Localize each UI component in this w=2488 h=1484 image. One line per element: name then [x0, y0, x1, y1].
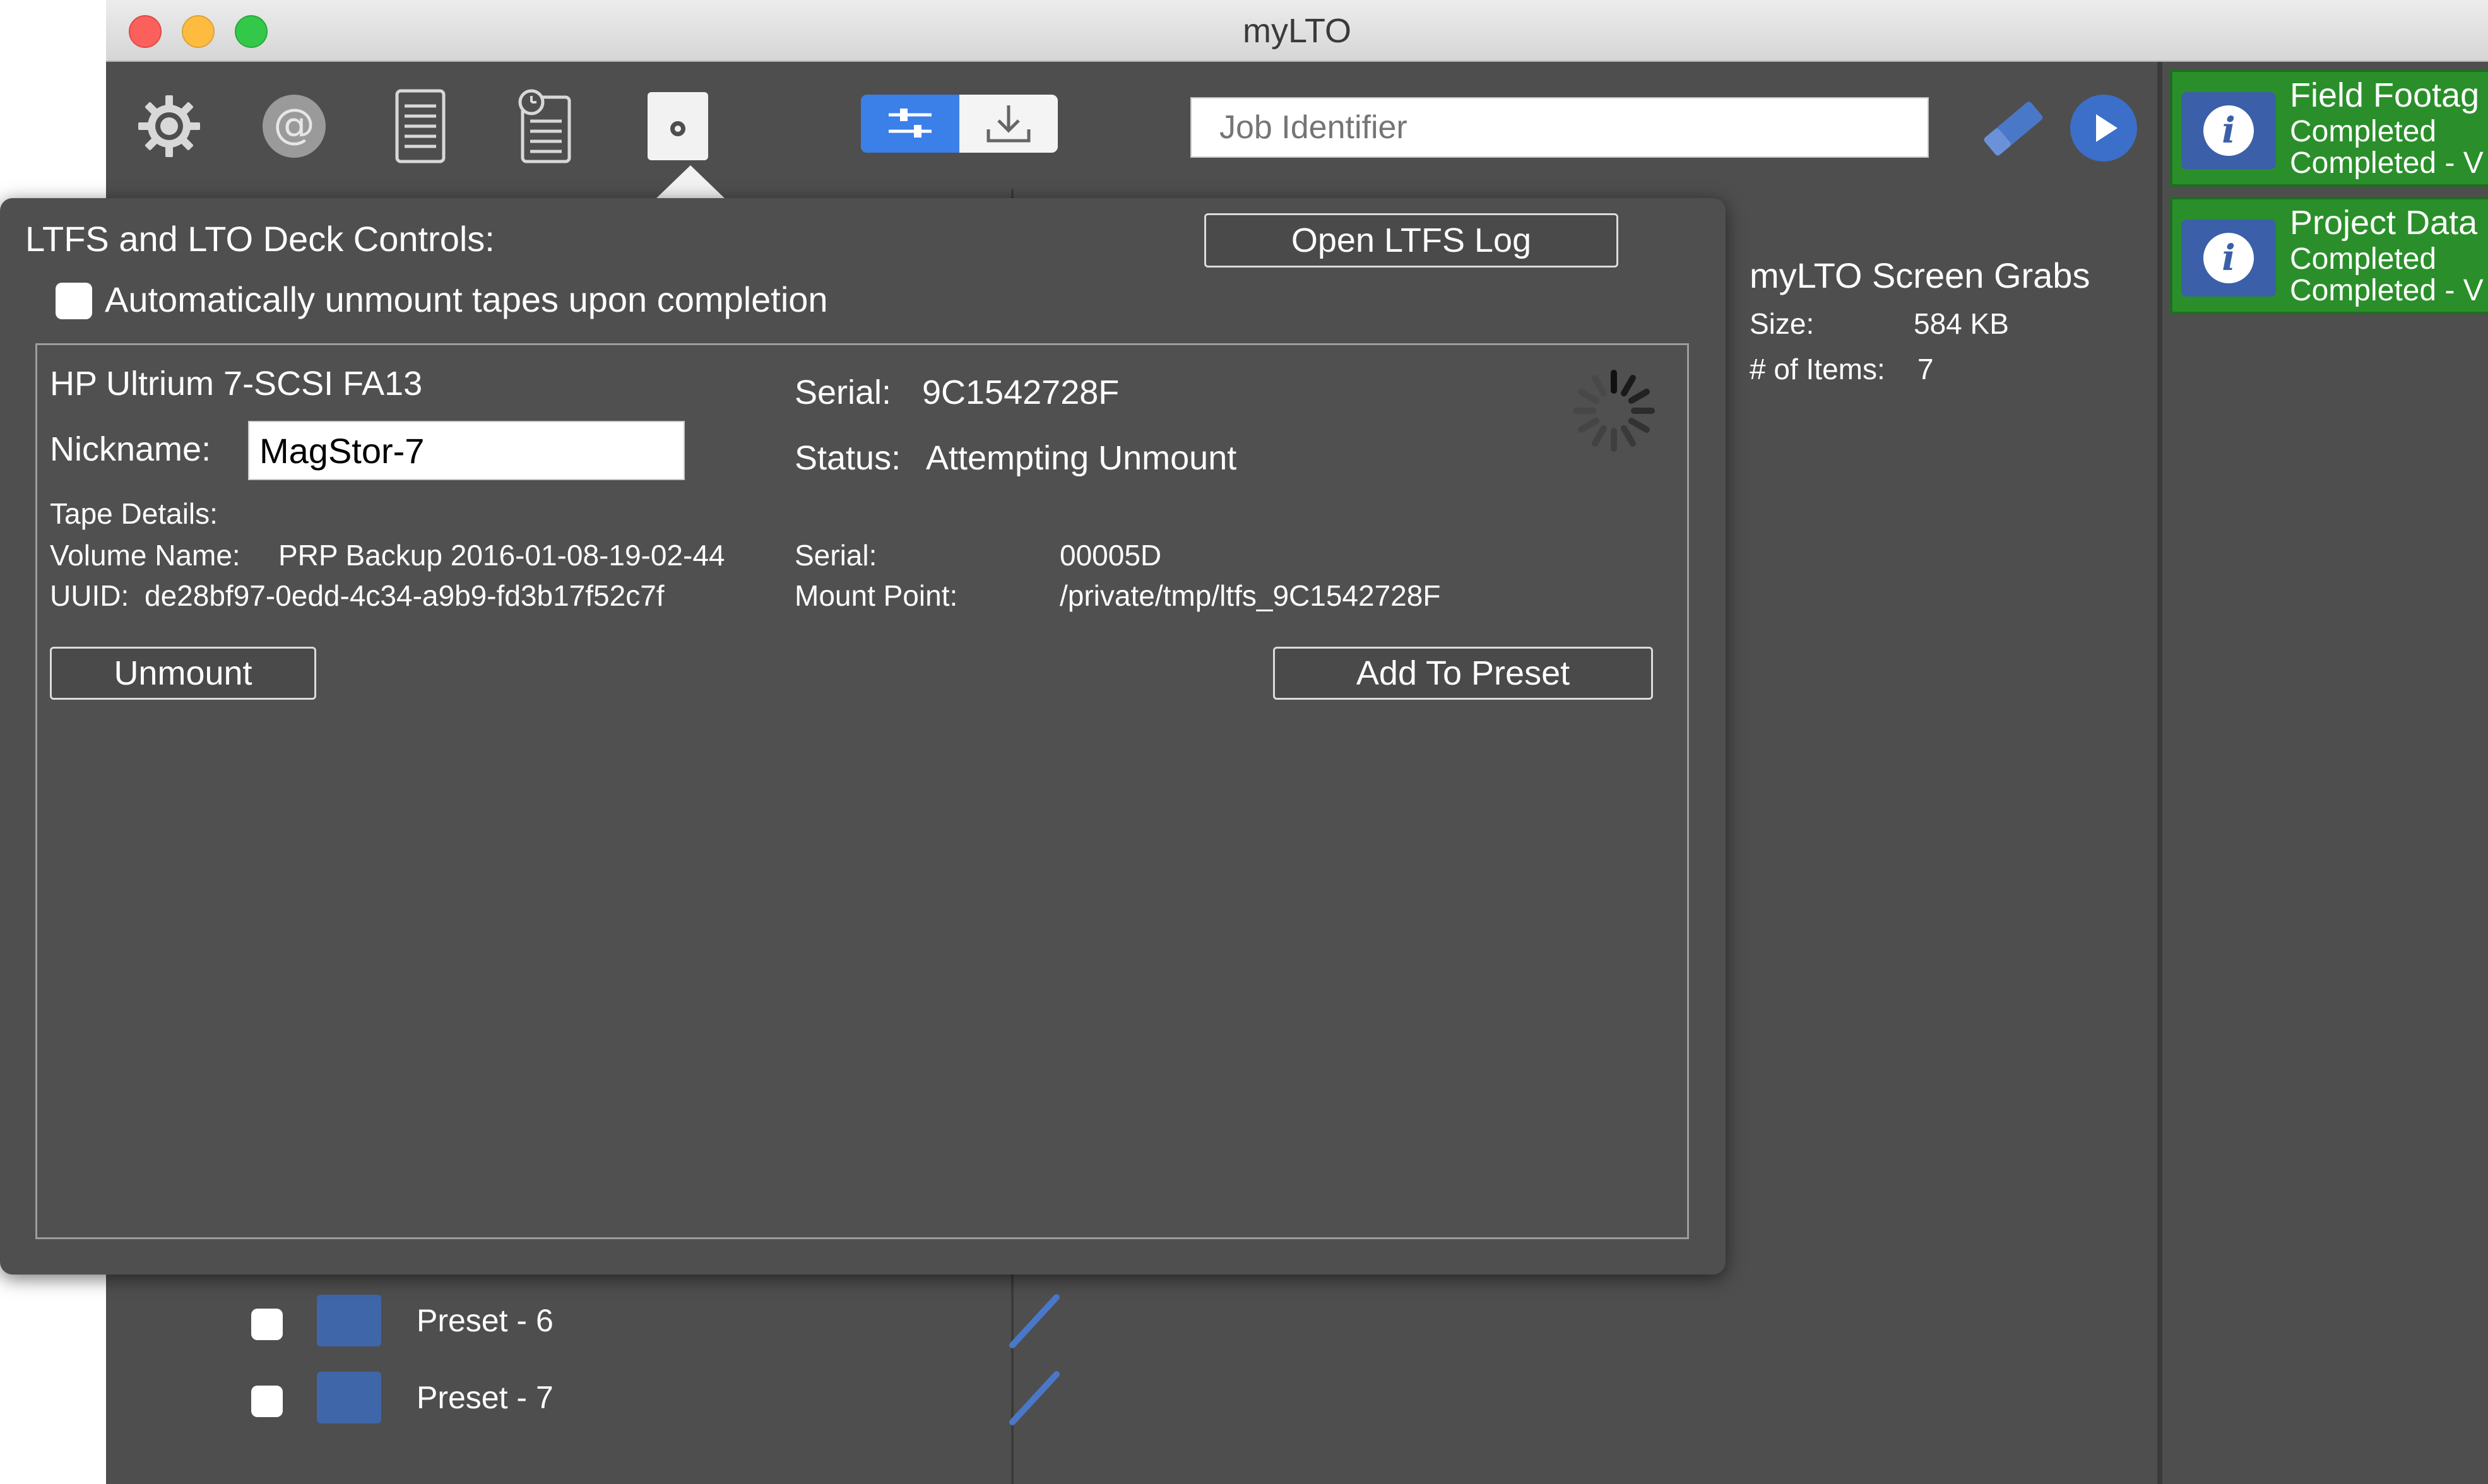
job-title: Project Data — [2290, 204, 2478, 242]
auto-unmount-checkbox[interactable] — [56, 283, 92, 319]
source-title: myLTO Screen Grabs — [1750, 256, 2090, 295]
play-icon[interactable] — [2070, 95, 2137, 162]
auto-unmount-label: Automatically unmount tapes upon complet… — [105, 280, 828, 319]
preset-color-swatch — [317, 1372, 381, 1423]
job-status-detail: Completed - V — [2290, 146, 2484, 180]
info-icon[interactable]: i — [2181, 92, 2276, 169]
items-label: # of Items: — [1750, 353, 1885, 386]
spinner-icon — [1570, 367, 1658, 455]
title-bar: myLTO — [106, 0, 2488, 62]
volume-name-value: PRP Backup 2016-01-08-19-02-44 — [278, 539, 725, 572]
queue-job-card[interactable]: i Field Footag Completed Completed - V — [2170, 69, 2488, 187]
preset-color-swatch — [317, 1295, 381, 1346]
job-identifier-input[interactable] — [1190, 97, 1929, 158]
mount-point-value: /private/tmp/ltfs_9C1542728F — [1060, 579, 1441, 612]
volume-name-label: Volume Name: — [50, 539, 240, 572]
svg-text:i: i — [2222, 110, 2235, 151]
job-status: Completed — [2290, 242, 2437, 276]
unmount-button[interactable]: Unmount — [50, 647, 316, 700]
sliders-icon[interactable] — [861, 95, 959, 153]
queue-divider — [2157, 62, 2162, 1484]
queue-job-card[interactable]: i Project Data Completed Completed - V — [2170, 197, 2488, 314]
job-title: Field Footag — [2290, 76, 2480, 114]
deck-controls-popover: LTFS and LTO Deck Controls: Open LTFS Lo… — [0, 198, 1726, 1275]
nickname-label: Nickname: — [50, 430, 211, 468]
size-label: Size: — [1750, 307, 1815, 340]
view-segmented-control[interactable] — [861, 95, 1058, 153]
svg-text:i: i — [2222, 237, 2235, 279]
nickname-input[interactable] — [248, 421, 685, 480]
document-icon[interactable] — [382, 88, 458, 164]
items-value: 7 — [1917, 353, 1934, 386]
window-title: myLTO — [1242, 12, 1352, 50]
eraser-icon[interactable] — [1970, 95, 2053, 164]
preset-label: Preset - 6 — [417, 1303, 554, 1338]
tape-serial-label: Serial: — [795, 539, 877, 572]
uuid-label: UUID: — [50, 579, 129, 612]
download-icon[interactable] — [959, 95, 1058, 153]
serial-value: 9C1542728F — [922, 374, 1120, 411]
preset-row[interactable]: Preset - 7 — [245, 1367, 1091, 1430]
status-value: Attempting Unmount — [926, 439, 1237, 477]
popover-arrow — [655, 165, 726, 199]
preset-label: Preset - 7 — [417, 1380, 554, 1415]
history-icon[interactable] — [507, 88, 583, 164]
info-icon[interactable]: i — [2181, 220, 2276, 297]
gear-icon[interactable] — [131, 88, 207, 164]
add-to-preset-button[interactable]: Add To Preset — [1273, 647, 1653, 700]
preset-row[interactable]: Preset - 6 — [245, 1290, 1091, 1353]
status-label: Status: — [795, 439, 901, 477]
pencil-icon[interactable] — [1002, 1367, 1065, 1433]
preset-checkbox[interactable] — [251, 1386, 283, 1417]
tape-serial-value: 00005D — [1060, 539, 1162, 572]
open-ltfs-log-button[interactable]: Open LTFS Log — [1204, 213, 1618, 268]
preset-checkbox[interactable] — [251, 1309, 283, 1340]
job-status: Completed — [2290, 115, 2437, 148]
at-icon[interactable]: @ — [256, 88, 332, 164]
mount-point-label: Mount Point: — [795, 579, 958, 612]
tape-drive-icon[interactable] — [640, 88, 716, 164]
svg-text:@: @ — [273, 100, 315, 148]
tape-details-label: Tape Details: — [50, 497, 218, 530]
size-value: 584 KB — [1914, 307, 2009, 340]
popover-heading: LTFS and LTO Deck Controls: — [25, 219, 495, 259]
serial-label: Serial: — [795, 374, 892, 411]
job-status-detail: Completed - V — [2290, 274, 2484, 307]
uuid-value: de28bf97-0edd-4c34-a9b9-fd3b17f52c7f — [145, 579, 665, 612]
deck-panel: HP Ultrium 7-SCSI FA13 Nickname: Serial:… — [35, 343, 1689, 1239]
deck-model: HP Ultrium 7-SCSI FA13 — [50, 365, 423, 403]
pencil-icon[interactable] — [1002, 1290, 1065, 1356]
